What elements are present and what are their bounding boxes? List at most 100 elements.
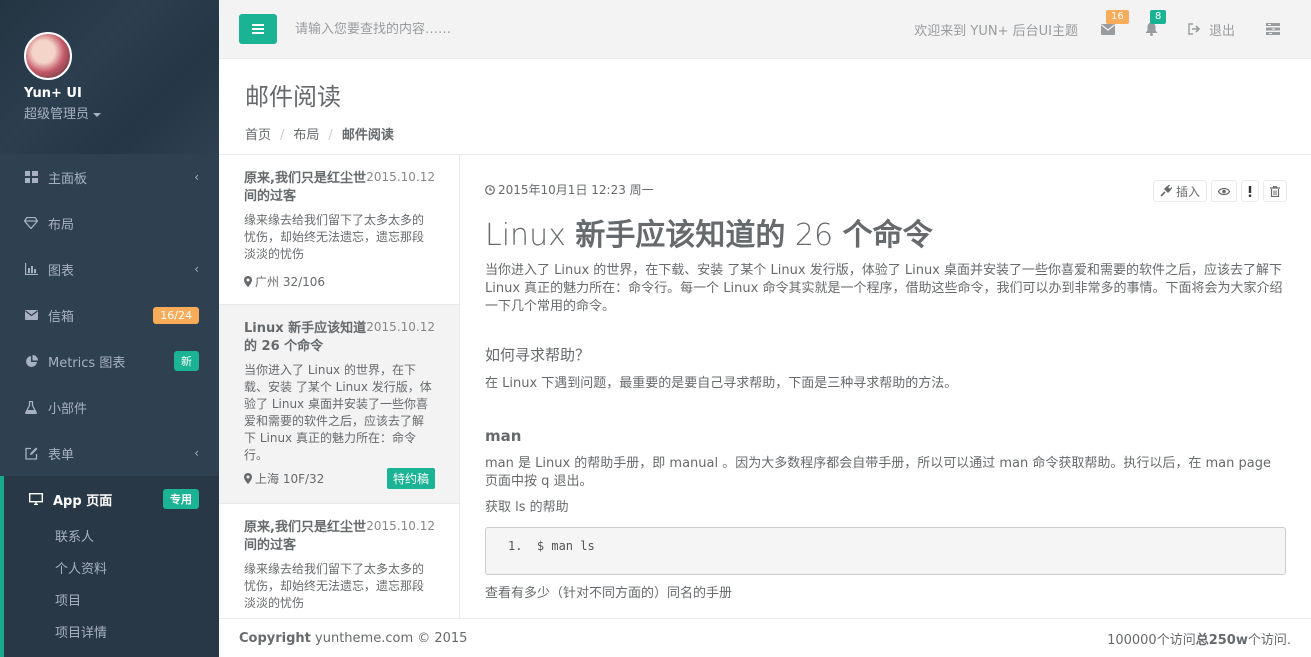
trash-icon (1270, 185, 1280, 197)
welcome-text: 欢迎来到 YUN+ 后台UI主题 (914, 23, 1078, 39)
new-badge: 新 (174, 351, 199, 371)
hamburger-icon (252, 24, 264, 34)
mail-date: 2015.10.12 (366, 170, 435, 184)
breadcrumb-separator: / (328, 128, 333, 143)
article-intro: 当你进入了 Linux 的世界，在下载、安装 了某个 Linux 发行版，体验了… (485, 263, 1283, 314)
envelope-icon (24, 308, 38, 322)
caret-down-icon (93, 112, 102, 117)
article-title: Linux 新手应该知道的 26 个命令 (485, 218, 1286, 254)
subnav-item-project-detail[interactable]: 项目详情 (4, 618, 219, 650)
preview-button[interactable] (1211, 180, 1237, 202)
messages-button[interactable]: 16 (1100, 10, 1129, 37)
map-marker-icon (244, 276, 252, 287)
article-paragraph: 查看有多少（针对不同方面的）同名的手册 (485, 586, 733, 601)
visits-total: 总250w (1195, 632, 1248, 648)
subnav-item-profile[interactable]: 个人资料 (4, 554, 219, 586)
plug-icon (1160, 185, 1172, 197)
sidebar-item-label: 图表 (48, 263, 75, 279)
delete-button[interactable] (1263, 180, 1287, 202)
mail-location-text: 上海 10F/32 (255, 472, 325, 486)
copyright-bold: Copyright (239, 630, 311, 646)
mail-location-text: 广州 32/106 (255, 275, 326, 289)
chevron-left-icon: ‹ (194, 170, 199, 184)
article-paragraph: 获取 ls 的帮助 (485, 500, 569, 515)
page-heading: 邮件阅读 首页 / 布局 / 邮件阅读 (219, 59, 1311, 155)
profile-name: Yun+ UI (24, 86, 82, 101)
sidebar-item-label: 主面板 (48, 171, 88, 187)
subnav-item-projects[interactable]: 项目 (4, 586, 219, 618)
mail-title: 原来,我们只是红尘世间的过客 (244, 171, 366, 204)
pie-chart-icon (24, 354, 38, 368)
clock-icon (485, 185, 495, 195)
mail-list-item[interactable]: 原来,我们只是红尘世间的过客 2015.10.12 缘来缘去给我们留下了太多太多… (219, 504, 459, 618)
visit-stats: 100000个访问总250w个访问. (1107, 629, 1291, 648)
code-block: 1. $ man ls (485, 527, 1286, 575)
profile-role: 超级管理员 (24, 107, 90, 122)
envelope-icon (1100, 23, 1115, 35)
breadcrumb-current: 邮件阅读 (341, 128, 394, 143)
sidebar-item-mailbox[interactable]: 信箱 16/24 (0, 292, 219, 338)
sidebar-item-widgets[interactable]: 小部件 (0, 384, 219, 430)
visits-suffix: 个访问. (1247, 632, 1291, 648)
mail-toolbar: 插入 (1152, 180, 1287, 202)
logout-label: 退出 (1208, 23, 1235, 39)
desktop-icon (29, 492, 43, 506)
mail-location: 上海 10F/32 (244, 470, 324, 487)
mail-location: 广州 32/106 (244, 273, 325, 290)
mail-list-item[interactable]: Linux 新手应该知道的 26 个命令 2015.10.12 当你进入了 Li… (219, 305, 459, 504)
sidebar-item-layout[interactable]: 布局 (0, 200, 219, 246)
title-part: Linux (485, 218, 576, 253)
search-input[interactable] (295, 21, 655, 37)
breadcrumb-home[interactable]: 首页 (245, 128, 271, 143)
profile-panel: Yun+ UI 超级管理员 (0, 0, 219, 154)
sidebar-item-charts[interactable]: 图表 ‹ (0, 246, 219, 292)
featured-tag: 特约稿 (386, 468, 435, 489)
tasks-icon (1266, 23, 1280, 35)
mail-title: Linux 新手应该知道的 26 个命令 (244, 321, 367, 354)
sidebar-item-label: Metrics 图表 (48, 355, 126, 371)
diamond-icon (24, 216, 38, 230)
sidebar-item-forms[interactable]: 表单 ‹ (0, 430, 219, 476)
title-part: 26 (785, 218, 843, 253)
sidebar-item-label: 表单 (48, 447, 75, 463)
breadcrumb-layout[interactable]: 布局 (293, 128, 319, 143)
mail-excerpt: 缘来缘去给我们留下了太多太多的忧伤，却始终无法遗忘，遗忘那段淡淡的忧伤 (244, 562, 425, 610)
sidebar-item-label: 布局 (48, 217, 75, 233)
sidebar-item-dashboard[interactable]: 主面板 ‹ (0, 154, 219, 200)
mark-important-button[interactable] (1241, 180, 1259, 202)
eye-icon (1218, 187, 1230, 195)
profile-role-dropdown[interactable]: 超级管理员 (24, 103, 219, 122)
sidebar-nav: 主面板 ‹ 布局 图表 ‹ 信箱 16/24 Metrics 图表 新 小部件 (0, 154, 219, 522)
exclusive-badge: 专用 (163, 489, 199, 509)
tasks-button[interactable] (1265, 21, 1281, 37)
mail-date: 2015.10.12 (366, 320, 435, 334)
subnav-item-contacts[interactable]: 联系人 (4, 522, 219, 554)
notifications-button[interactable]: 8 (1144, 10, 1167, 37)
footer: Copyright yuntheme.com © 2015 100000个访问总… (219, 618, 1311, 657)
logout-button[interactable]: 退出 (1188, 20, 1235, 39)
flask-icon (24, 400, 38, 414)
mail-list-item[interactable]: 原来,我们只是红尘世间的过客 2015.10.12 缘来缘去给我们留下了太多太多… (219, 155, 459, 305)
chevron-left-icon: ‹ (194, 446, 199, 460)
chevron-left-icon: ‹ (194, 262, 199, 276)
mailbox-count-badge: 16/24 (153, 306, 199, 324)
notifications-count-badge: 8 (1149, 10, 1167, 24)
sidebar-item-metrics[interactable]: Metrics 图表 新 (0, 338, 219, 384)
mail-datetime: 2015年10月1日 12:23 周一 (498, 183, 654, 197)
messages-count-badge: 16 (1105, 10, 1129, 24)
sidebar-item-app-pages[interactable]: App 页面 专用 (0, 476, 219, 522)
sidebar-item-label: 信箱 (48, 309, 75, 325)
mail-list: 原来,我们只是红尘世间的过客 2015.10.12 缘来缘去给我们留下了太多太多… (219, 155, 460, 618)
article-paragraph: 在 Linux 下遇到问题，最重要的是要自己寻求帮助，下面是三种寻求帮助的方法。 (485, 376, 958, 391)
topbar-right: 欢迎来到 YUN+ 后台UI主题 16 8 退出 (914, 10, 1311, 39)
map-marker-icon (244, 473, 252, 484)
avatar[interactable] (24, 32, 72, 80)
sidebar-subnav: 联系人 个人资料 项目 项目详情 (0, 522, 219, 657)
visits-text: 100000个访问 (1107, 632, 1196, 648)
insert-label: 插入 (1175, 184, 1200, 199)
mail-title: 原来,我们只是红尘世间的过客 (244, 520, 366, 553)
edit-icon (24, 446, 38, 460)
menu-toggle-button[interactable] (239, 14, 277, 44)
insert-button[interactable]: 插入 (1152, 180, 1207, 202)
breadcrumb: 首页 / 布局 / 邮件阅读 (245, 124, 1311, 143)
